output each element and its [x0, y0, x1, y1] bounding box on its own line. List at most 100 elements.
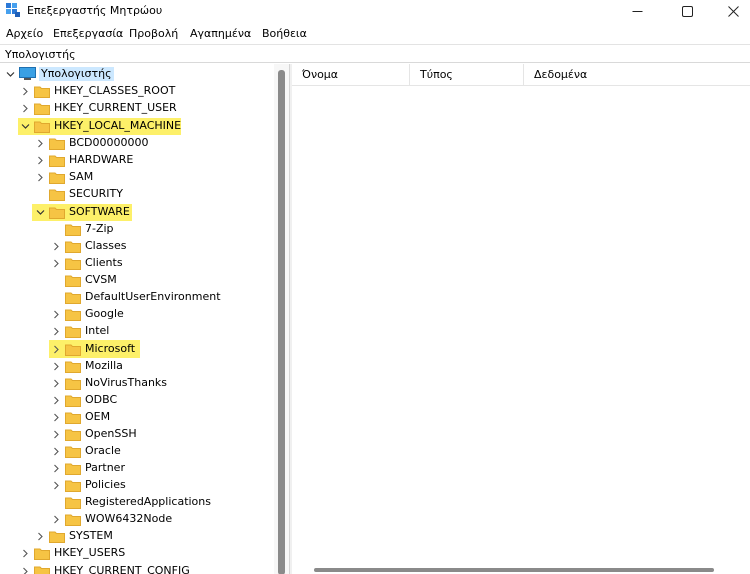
tree-label-hku: HKEY_USERS	[54, 546, 126, 559]
chevron-right-icon[interactable]	[52, 413, 61, 422]
tree-item-oracle[interactable]: Oracle	[0, 443, 270, 460]
folder-icon	[34, 103, 50, 115]
tree-item-software[interactable]: SOFTWARE	[0, 204, 270, 221]
tree-item-mozilla[interactable]: Mozilla	[0, 358, 270, 375]
values-horizontal-scrollbar[interactable]	[314, 568, 714, 572]
tree-pane[interactable]: Υπολογιστής HKEY_CLASSES_ROOT HKEY_CURRE…	[0, 64, 289, 574]
tree-item-registered-apps[interactable]: RegisteredApplications	[0, 494, 270, 511]
tree-label-cvsm: CVSM	[85, 273, 117, 286]
chevron-right-icon[interactable]	[52, 242, 61, 251]
chevron-right-icon[interactable]	[21, 87, 30, 96]
tree-scrollbar-thumb[interactable]	[278, 70, 285, 574]
tree-label-wow6432node: WOW6432Node	[85, 512, 173, 525]
tree-item-classes[interactable]: Classes	[0, 238, 270, 255]
tree-label-partner: Partner	[85, 461, 125, 474]
chevron-down-icon[interactable]	[6, 70, 15, 79]
chevron-right-icon[interactable]	[52, 396, 61, 405]
chevron-right-icon[interactable]	[36, 173, 45, 182]
chevron-right-icon[interactable]	[52, 310, 61, 319]
chevron-right-icon[interactable]	[52, 430, 61, 439]
tree-label-classes: Classes	[85, 239, 127, 252]
tree-item-wow6432node[interactable]: WOW6432Node	[0, 511, 270, 528]
tree-item-clients[interactable]: Clients	[0, 255, 270, 272]
tree-scrollbar[interactable]	[274, 64, 289, 574]
tree-item-hkcc[interactable]: HKEY_CURRENT_CONFIG	[0, 563, 270, 574]
chevron-right-icon[interactable]	[36, 156, 45, 165]
menu-view[interactable]: Προβολή	[129, 27, 178, 40]
folder-icon	[65, 395, 81, 407]
folder-icon	[49, 172, 65, 184]
folder-icon	[34, 566, 50, 574]
values-pane[interactable]: Όνομα Τύπος Δεδομένα	[292, 64, 750, 574]
folder-open-icon	[34, 121, 50, 133]
tree-item-hklm[interactable]: HKEY_LOCAL_MACHINE	[0, 118, 270, 135]
tree-item-system[interactable]: SYSTEM	[0, 528, 270, 545]
column-header-name[interactable]: Όνομα	[292, 64, 410, 86]
chevron-right-icon[interactable]	[52, 327, 61, 336]
tree-item-novirusthanks[interactable]: NoVirusThanks	[0, 375, 270, 392]
tree-item-cvsm[interactable]: CVSM	[0, 272, 270, 289]
tree-item-microsoft[interactable]: Microsoft	[0, 341, 270, 358]
chevron-right-icon[interactable]	[21, 549, 30, 558]
chevron-right-icon[interactable]	[52, 362, 61, 371]
chevron-down-icon[interactable]	[36, 208, 45, 217]
list-header: Όνομα Τύπος Δεδομένα	[292, 64, 750, 86]
tree-label-oracle: Oracle	[85, 444, 121, 457]
chevron-right-icon[interactable]	[36, 532, 45, 541]
tree-item-google[interactable]: Google	[0, 306, 270, 323]
tree-label-hkcc: HKEY_CURRENT_CONFIG	[54, 564, 190, 574]
chevron-right-icon[interactable]	[21, 567, 30, 574]
tree-item-partner[interactable]: Partner	[0, 460, 270, 477]
tree-item-policies[interactable]: Policies	[0, 477, 270, 494]
chevron-right-icon[interactable]	[52, 515, 61, 524]
chevron-right-icon[interactable]	[52, 447, 61, 456]
menu-help[interactable]: Βοήθεια	[262, 27, 307, 40]
maximize-button[interactable]	[664, 0, 710, 22]
tree-item-bcd[interactable]: BCD00000000	[0, 135, 270, 152]
tree-item-7zip[interactable]: 7-Zip	[0, 221, 270, 238]
folder-icon	[34, 548, 50, 560]
tree-label-hklm: HKEY_LOCAL_MACHINE	[54, 119, 182, 132]
folder-icon	[65, 326, 81, 338]
folder-icon	[65, 514, 81, 526]
tree-item-sam[interactable]: SAM	[0, 169, 270, 186]
menu-file[interactable]: Αρχείο	[6, 27, 43, 40]
tree-item-odbc[interactable]: ODBC	[0, 392, 270, 409]
tree-label-system: SYSTEM	[69, 529, 113, 542]
close-button[interactable]	[710, 0, 750, 22]
tree-item-intel[interactable]: Intel	[0, 323, 270, 340]
tree-label-registered-apps: RegisteredApplications	[85, 495, 211, 508]
chevron-right-icon[interactable]	[52, 379, 61, 388]
column-header-type[interactable]: Τύπος	[410, 64, 524, 86]
chevron-right-icon[interactable]	[21, 104, 30, 113]
chevron-right-icon[interactable]	[52, 464, 61, 473]
tree-item-oem[interactable]: OEM	[0, 409, 270, 426]
tree-item-hardware[interactable]: HARDWARE	[0, 152, 270, 169]
tree-item-computer[interactable]: Υπολογιστής	[0, 66, 270, 83]
column-header-data[interactable]: Δεδομένα	[524, 64, 750, 86]
folder-icon	[65, 361, 81, 373]
tree-label-intel: Intel	[85, 324, 110, 337]
tree-item-hku[interactable]: HKEY_USERS	[0, 545, 270, 562]
close-icon	[727, 5, 739, 17]
folder-icon	[65, 258, 81, 270]
tree-item-default-user-env[interactable]: DefaultUserEnvironment	[0, 289, 270, 306]
chevron-right-icon[interactable]	[36, 139, 45, 148]
address-bar[interactable]: Υπολογιστής	[0, 44, 750, 63]
chevron-down-icon[interactable]	[21, 122, 30, 131]
chevron-right-icon[interactable]	[52, 481, 61, 490]
folder-icon	[65, 292, 81, 304]
folder-icon	[49, 189, 65, 201]
tree-item-security[interactable]: SECURITY	[0, 186, 270, 203]
tree-item-openssh[interactable]: OpenSSH	[0, 426, 270, 443]
menu-edit[interactable]: Επεξεργασία	[53, 27, 123, 40]
menu-favorites[interactable]: Αγαπημένα	[190, 27, 251, 40]
chevron-right-icon[interactable]	[52, 259, 61, 268]
tree-item-hkcu[interactable]: HKEY_CURRENT_USER	[0, 100, 270, 117]
tree-label-policies: Policies	[85, 478, 126, 491]
menu-bar: Αρχείο Επεξεργασία Προβολή Αγαπημένα Βοή…	[0, 26, 750, 44]
tree-item-hkcr[interactable]: HKEY_CLASSES_ROOT	[0, 83, 270, 100]
minimize-button[interactable]	[614, 0, 660, 22]
chevron-right-icon[interactable]	[52, 345, 61, 354]
folder-icon	[65, 344, 81, 356]
